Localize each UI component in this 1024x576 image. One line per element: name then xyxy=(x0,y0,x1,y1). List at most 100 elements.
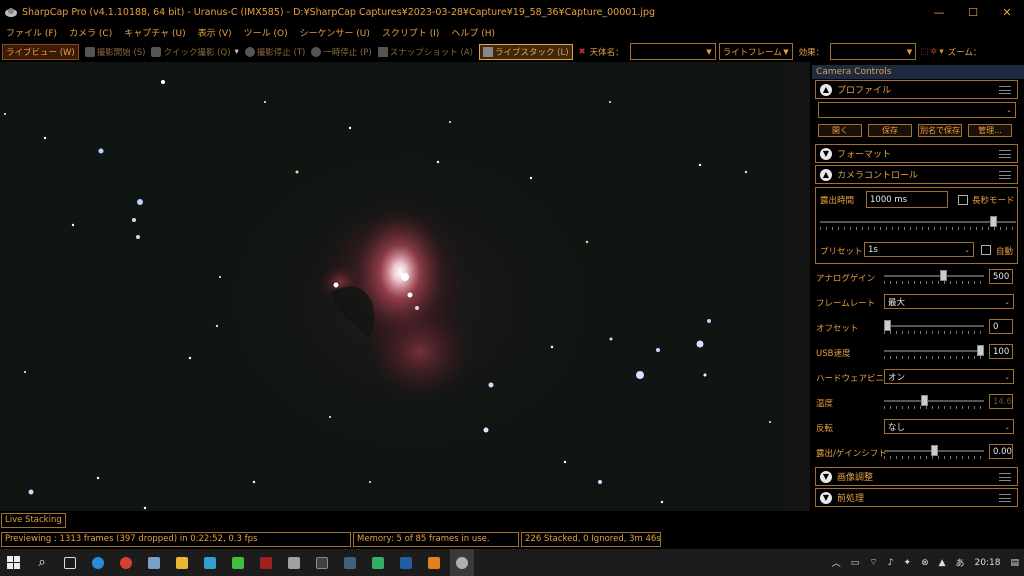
exposure-input[interactable]: 1000 ms xyxy=(866,191,948,208)
keyboard-icon[interactable]: あ xyxy=(956,556,965,569)
usb-speed-slider[interactable] xyxy=(884,344,984,360)
chevron-down-icon[interactable]: ▾ xyxy=(939,47,943,57)
section-profile[interactable]: ▲ プロファイル xyxy=(815,80,1018,99)
task-view-icon[interactable] xyxy=(58,549,82,576)
file-explorer-icon[interactable] xyxy=(170,549,194,576)
stack-status: 226 Stacked, 0 Ignored, 3m 46s xyxy=(521,532,661,547)
menu-capture[interactable]: キャプチャ (U) xyxy=(124,26,185,39)
menu-camera[interactable]: カメラ (C) xyxy=(69,26,112,39)
gain-shift-slider[interactable] xyxy=(884,444,984,460)
frame-type-select[interactable]: ライトフレーム ▼ xyxy=(718,43,793,60)
vertical-scroll-strip[interactable] xyxy=(788,62,810,511)
section-image-adjust[interactable]: ▼ 画像調整 xyxy=(815,467,1018,486)
reticle-icon[interactable]: ⬚ xyxy=(920,47,928,57)
search-icon[interactable]: ⌕ xyxy=(30,549,54,576)
profile-manage-button[interactable]: 管理... xyxy=(968,124,1012,137)
auto-checkbox[interactable] xyxy=(981,245,991,255)
offset-input[interactable]: 0 xyxy=(989,319,1013,334)
profile-open-button[interactable]: 開く xyxy=(818,124,862,137)
hamburger-menu-icon[interactable] xyxy=(999,493,1011,502)
app-icon[interactable] xyxy=(142,549,166,576)
framerate-select[interactable]: 最大 ⌄ xyxy=(884,294,1014,309)
hardware-binning-select[interactable]: オン ⌄ xyxy=(884,369,1014,384)
snapshot-button[interactable]: スナップショット (A) xyxy=(377,46,473,58)
chevron-down-icon[interactable]: ▼ xyxy=(820,470,832,483)
clock[interactable]: 20:18 xyxy=(975,558,1001,568)
hamburger-menu-icon[interactable] xyxy=(999,170,1011,179)
hamburger-menu-icon[interactable] xyxy=(999,472,1011,481)
live-stack-button[interactable]: ライブスタック (L) xyxy=(478,43,573,60)
slider-thumb[interactable] xyxy=(884,320,891,331)
close-button[interactable]: ✕ xyxy=(990,0,1024,24)
gain-shift-input[interactable]: 0.00 xyxy=(989,444,1013,459)
image-viewport[interactable] xyxy=(0,62,788,511)
menu-scripting[interactable]: スクリプト (I) xyxy=(382,26,440,39)
menu-sequencer[interactable]: シーケンサー (U) xyxy=(300,26,370,39)
menu-tools[interactable]: ツール (O) xyxy=(244,26,288,39)
red-app-icon[interactable] xyxy=(254,549,278,576)
usb-speed-input[interactable]: 100 xyxy=(989,344,1013,359)
quick-capture-button[interactable]: クイック撮影 (Q) ▾ xyxy=(151,46,239,58)
toolbar: ライブビュー (W) 撮影開始 (S) クイック撮影 (Q) ▾ 撮影停止 (T… xyxy=(0,41,1024,62)
maximize-button[interactable]: ☐ xyxy=(956,0,990,24)
chrome-browser-icon[interactable] xyxy=(114,549,138,576)
green-app-icon[interactable] xyxy=(226,549,250,576)
analog-gain-input[interactable]: 500 xyxy=(989,269,1013,284)
start-capture-button[interactable]: 撮影開始 (S) xyxy=(84,46,145,58)
section-camera-control[interactable]: ▲ カメラコントロール xyxy=(815,165,1018,184)
wifi-icon[interactable]: ⌔ xyxy=(869,557,877,568)
notification-icon[interactable]: ▤ xyxy=(1010,558,1019,568)
analog-gain-label: アナログゲイン xyxy=(816,274,876,284)
image-app-icon[interactable] xyxy=(338,549,362,576)
minimize-button[interactable]: — xyxy=(922,0,956,24)
orange-app-icon[interactable] xyxy=(422,549,446,576)
slider-thumb[interactable] xyxy=(931,445,938,456)
adobe-icon[interactable]: ▲ xyxy=(939,558,946,568)
dropbox-icon[interactable]: ✦ xyxy=(904,558,912,568)
gray-app-icon[interactable] xyxy=(282,549,306,576)
stop-capture-button[interactable]: 撮影停止 (T) xyxy=(244,46,305,58)
offset-slider[interactable] xyxy=(884,319,984,335)
volume-icon[interactable]: ♪ xyxy=(888,558,894,568)
dark-app-icon[interactable] xyxy=(310,549,334,576)
battery-icon[interactable]: ▭ xyxy=(851,558,860,568)
play-store-icon[interactable] xyxy=(366,549,390,576)
hamburger-menu-icon[interactable] xyxy=(999,85,1011,94)
chevron-down-icon[interactable]: ▾ xyxy=(235,47,239,57)
profile-select[interactable]: ⌄ xyxy=(818,102,1016,118)
profile-save-as-button[interactable]: 別名で保存 xyxy=(918,124,962,137)
windows-start-icon[interactable] xyxy=(2,549,26,576)
section-format[interactable]: ▼ フォーマット xyxy=(815,144,1018,163)
slider-thumb[interactable] xyxy=(940,270,947,281)
flip-select[interactable]: なし ⌄ xyxy=(884,419,1014,434)
effect-select[interactable]: ▼ xyxy=(830,43,917,60)
long-exposure-checkbox[interactable] xyxy=(958,195,968,205)
section-preprocess[interactable]: ▼ 前処理 xyxy=(815,488,1018,507)
exposure-slider[interactable] xyxy=(820,215,1016,231)
snapshot-label: スナップショット (A) xyxy=(389,47,473,58)
slider-thumb[interactable] xyxy=(977,345,984,356)
chevron-down-icon[interactable]: ▼ xyxy=(820,147,832,160)
live-stacking-tab[interactable]: Live Stacking xyxy=(1,513,66,528)
slider-thumb[interactable] xyxy=(990,216,997,227)
analog-gain-slider[interactable] xyxy=(884,269,984,285)
preset-select[interactable]: 1s ⌄ xyxy=(864,242,974,257)
close-circle-icon[interactable]: ⊗ xyxy=(921,558,929,568)
profile-save-button[interactable]: 保存 xyxy=(868,124,912,137)
chevron-down-icon[interactable]: ▼ xyxy=(820,491,832,504)
edge-browser-icon[interactable] xyxy=(86,549,110,576)
hamburger-menu-icon[interactable] xyxy=(999,149,1011,158)
sharpcap-taskbar-icon[interactable] xyxy=(450,549,474,576)
live-view-button[interactable]: ライブビュー (W) xyxy=(2,43,79,60)
chevron-up-icon[interactable]: ▲ xyxy=(820,83,832,96)
tools-app-icon[interactable] xyxy=(198,549,222,576)
chevron-up-icon[interactable]: ▲ xyxy=(820,168,832,181)
menu-file[interactable]: ファイル (F) xyxy=(6,26,57,39)
target-name-select[interactable]: ▼ xyxy=(629,43,716,60)
menu-view[interactable]: 表示 (V) xyxy=(198,26,232,39)
chevron-up-icon[interactable]: ︿ xyxy=(832,556,841,569)
photo-app-icon[interactable] xyxy=(394,549,418,576)
focus-icon[interactable]: ✲ xyxy=(930,47,937,57)
menu-help[interactable]: ヘルプ (H) xyxy=(451,26,495,39)
pause-button[interactable]: 一時停止 (P) xyxy=(311,46,372,58)
